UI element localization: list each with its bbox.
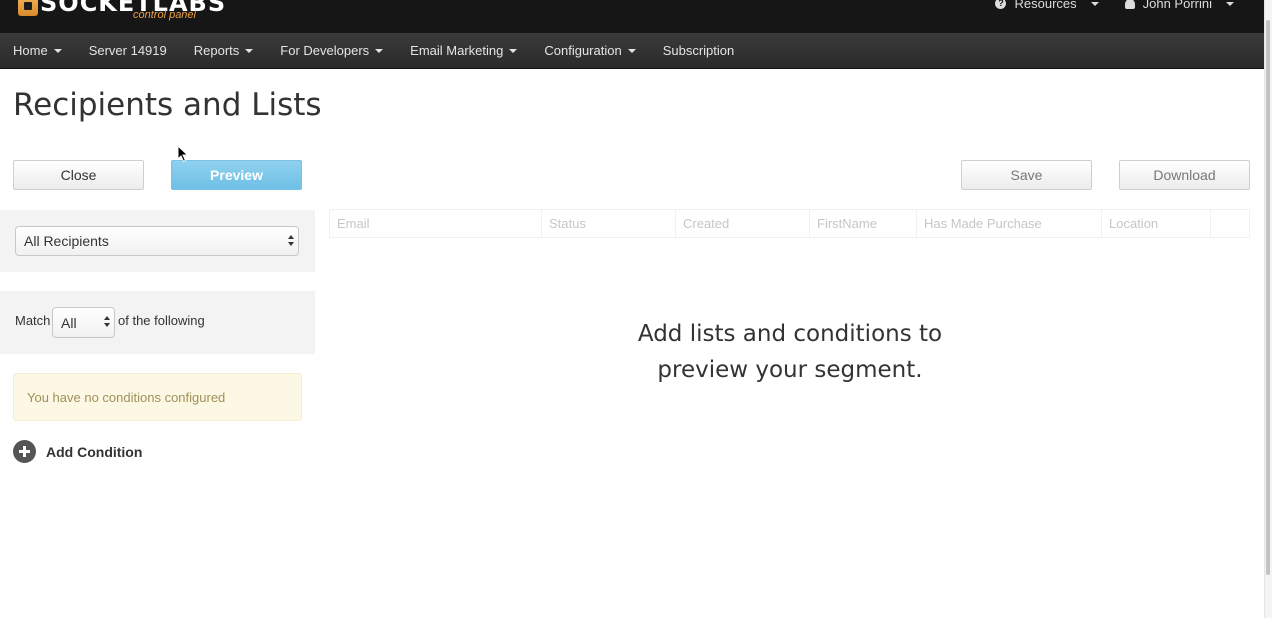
- close-button[interactable]: Close: [13, 160, 144, 190]
- nav-label: Email Marketing: [410, 43, 504, 58]
- add-condition-button[interactable]: Add Condition: [13, 440, 142, 463]
- column-header-email[interactable]: Email: [330, 210, 542, 237]
- empty-preview-message: Add lists and conditions to preview your…: [330, 316, 1250, 388]
- chevron-down-icon: [509, 48, 518, 53]
- scrollbar-thumb[interactable]: [1266, 20, 1270, 575]
- page-title: Recipients and Lists: [13, 87, 322, 123]
- select-arrows-icon: [288, 235, 294, 249]
- match-select-value: All: [61, 314, 77, 331]
- nav-label: For Developers: [280, 43, 370, 58]
- chevron-down-icon: [53, 48, 62, 53]
- column-header-firstname[interactable]: FirstName: [810, 210, 917, 237]
- nav-item-email-marketing[interactable]: Email Marketing: [410, 43, 518, 58]
- download-button[interactable]: Download: [1119, 160, 1250, 190]
- add-condition-label: Add Condition: [46, 443, 143, 460]
- plus-circle-icon: [13, 440, 36, 463]
- resources-menu[interactable]: ? Resources: [995, 0, 1099, 11]
- nav-item-configuration[interactable]: Configuration: [544, 43, 636, 58]
- select-arrows-icon: [104, 316, 110, 330]
- user-menu[interactable]: John Porrini: [1124, 0, 1234, 11]
- user-name: John Porrini: [1142, 0, 1212, 11]
- nav-label: Server 14919: [88, 43, 167, 58]
- nav-item-server[interactable]: Server 14919: [89, 43, 167, 58]
- preview-grid-header: Email Status Created FirstName Has Made …: [329, 209, 1250, 238]
- column-header-status[interactable]: Status: [542, 210, 676, 237]
- match-label: Match: [15, 313, 51, 328]
- column-header-has-made-purchase[interactable]: Has Made Purchase: [917, 210, 1102, 237]
- top-bar: SOCKETLABS control panel ? Resources Joh…: [0, 0, 1264, 33]
- empty-message-line-1: Add lists and conditions to: [637, 321, 943, 347]
- logo-subtitle: control panel: [133, 9, 196, 21]
- nav-label: Home: [13, 43, 48, 58]
- chevron-down-icon: [1090, 1, 1099, 6]
- nav-item-for-developers[interactable]: For Developers: [280, 43, 384, 58]
- column-header-location[interactable]: Location: [1102, 210, 1211, 237]
- resources-label: Resources: [1014, 0, 1077, 11]
- preview-button[interactable]: Preview: [171, 160, 302, 190]
- chevron-down-icon: [1226, 1, 1234, 6]
- chevron-down-icon: [627, 48, 636, 53]
- empty-message-line-2: preview your segment.: [657, 357, 923, 383]
- socketlabs-logo[interactable]: SOCKETLABS control panel: [18, 0, 226, 26]
- chevron-down-icon: [375, 48, 384, 53]
- help-icon: ?: [995, 0, 1007, 9]
- user-icon: [1124, 0, 1135, 9]
- nav-item-reports[interactable]: Reports: [194, 43, 254, 58]
- chevron-down-icon: [245, 48, 254, 53]
- column-header-created[interactable]: Created: [676, 210, 810, 237]
- match-select[interactable]: All: [52, 307, 115, 338]
- nav-label: Subscription: [662, 43, 735, 58]
- logo-icon: [18, 0, 38, 16]
- nav-label: Reports: [193, 43, 240, 58]
- column-header-extra: [1211, 210, 1249, 237]
- recipients-select[interactable]: All Recipients: [15, 226, 299, 256]
- nav-item-subscription[interactable]: Subscription: [663, 43, 735, 58]
- nav-item-home[interactable]: Home: [13, 43, 62, 58]
- no-conditions-alert: You have no conditions configured: [13, 373, 302, 421]
- nav-label: Configuration: [544, 43, 622, 58]
- main-nav: Home Server 14919 Reports For Developers…: [0, 33, 1264, 69]
- no-conditions-text: You have no conditions configured: [27, 389, 226, 405]
- save-button[interactable]: Save: [961, 160, 1092, 190]
- following-label: of the following: [118, 313, 205, 328]
- recipients-select-value: All Recipients: [24, 233, 109, 249]
